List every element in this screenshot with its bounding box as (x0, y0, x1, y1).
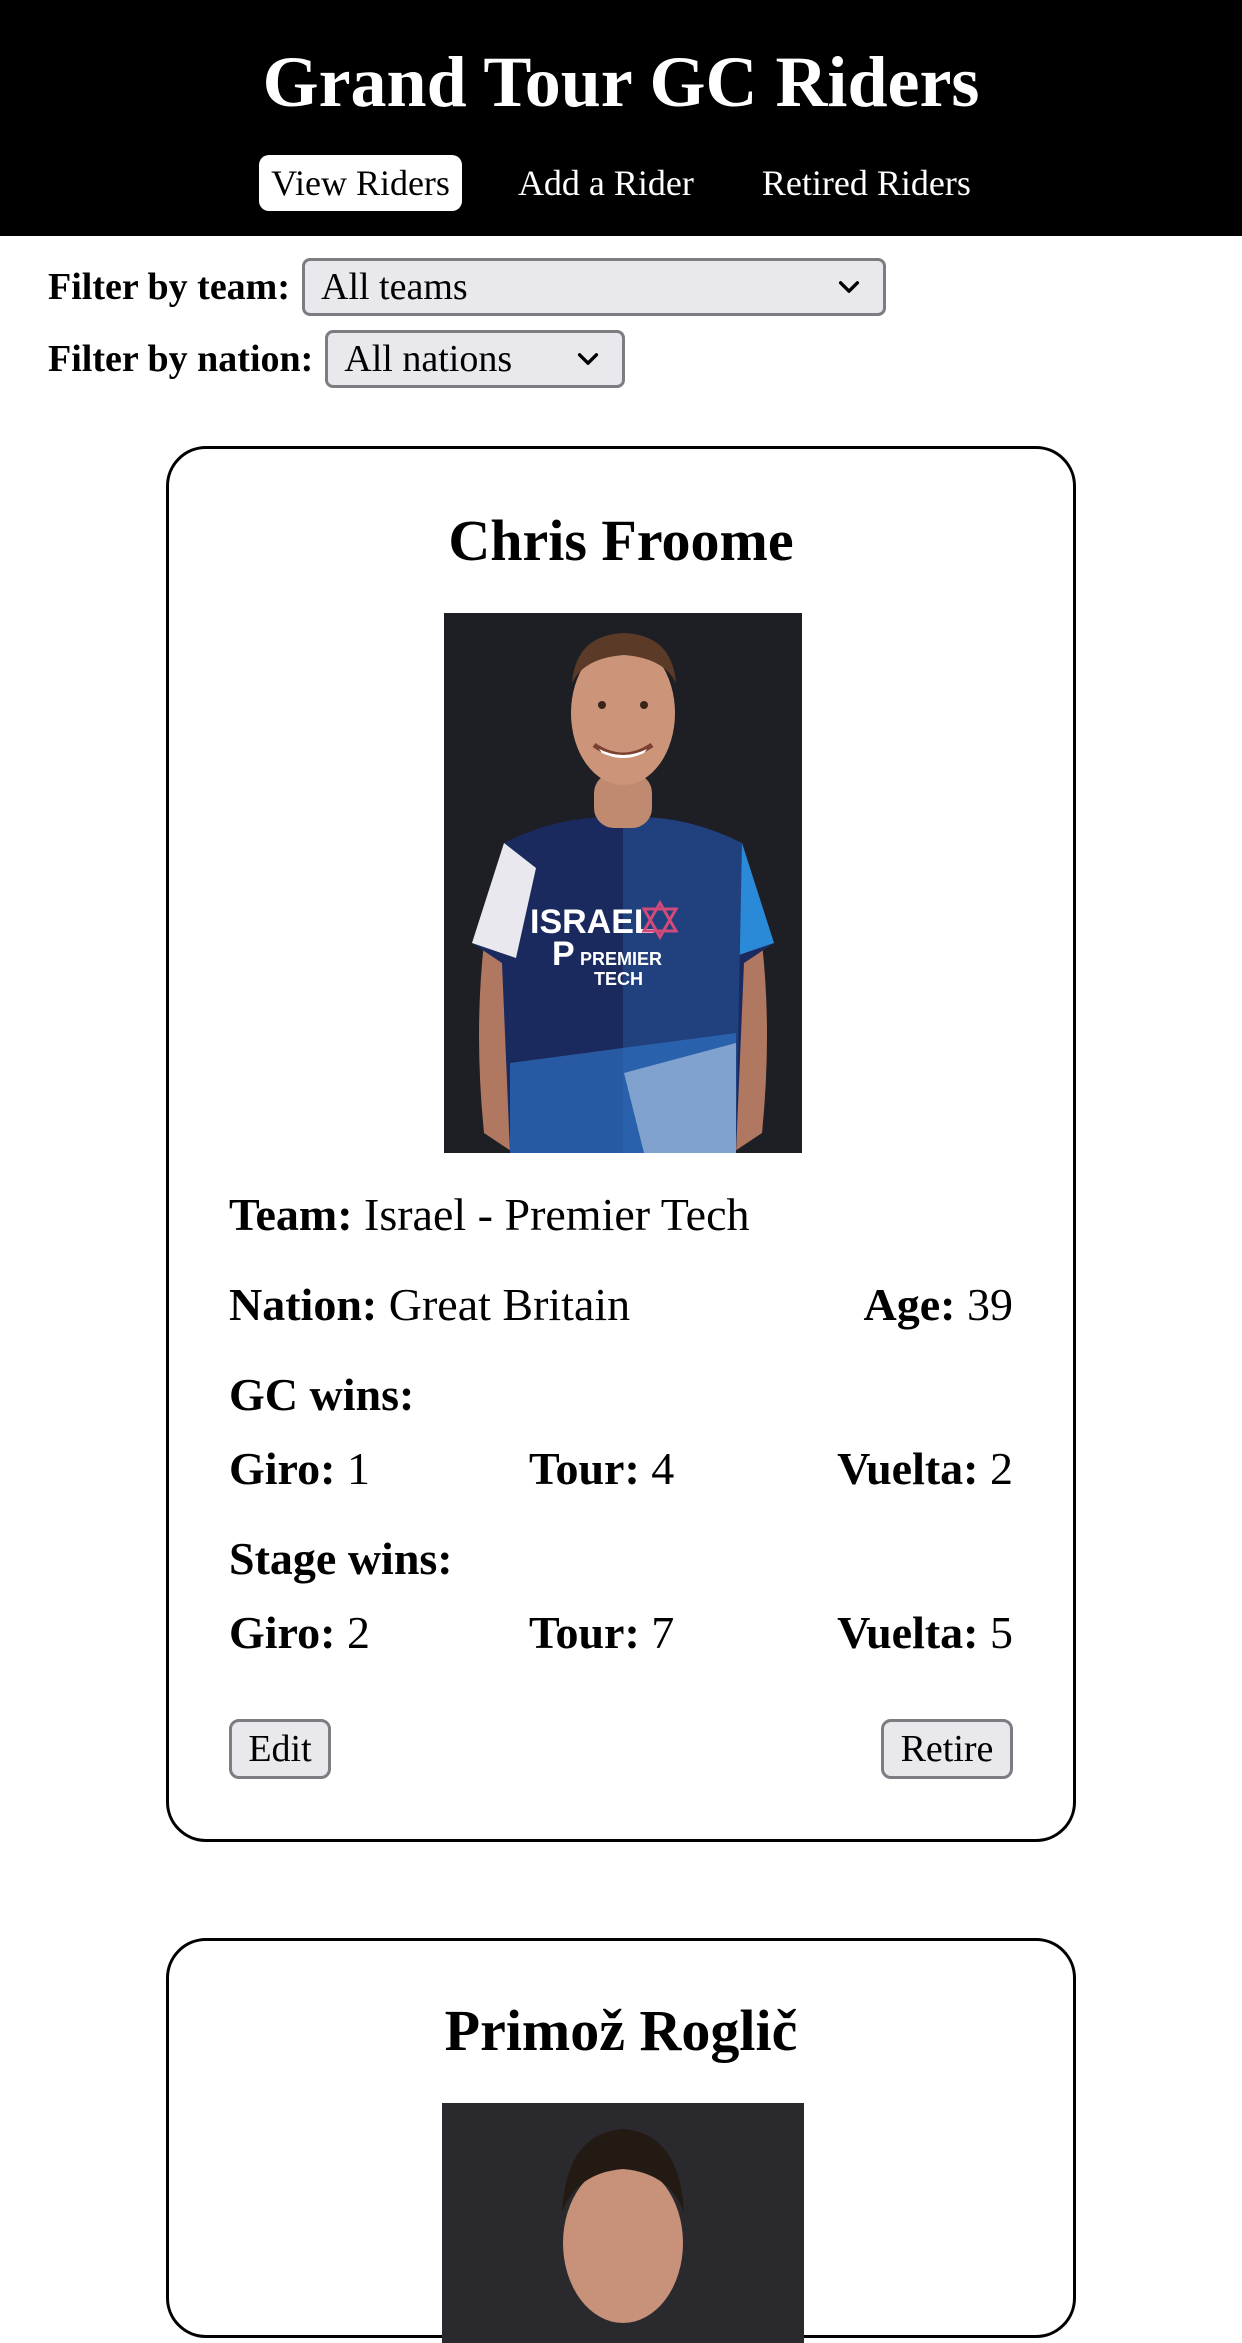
rider-card: Primož Roglič (166, 1938, 1076, 2343)
rider-photo-illustration: ISRAEL PREMIER TECH P (444, 613, 802, 1153)
rider-photo (442, 2103, 804, 2343)
age-label: Age: (863, 1279, 956, 1330)
stage-wins-row: Giro: 2 Tour: 7 Vuelta: 5 (229, 1605, 1013, 1661)
gc-wins-row: Giro: 1 Tour: 4 Vuelta: 2 (229, 1441, 1013, 1497)
stage-giro-label: Giro: (229, 1607, 336, 1658)
gc-giro-value: 1 (346, 1443, 370, 1494)
stage-vuelta-label: Vuelta: (837, 1607, 979, 1658)
nav-retired-riders[interactable]: Retired Riders (750, 155, 983, 211)
nation-label: Nation: (229, 1279, 378, 1330)
team-filter-value: All teams (321, 266, 468, 308)
edit-button[interactable]: Edit (229, 1719, 331, 1779)
site-header: Grand Tour GC Riders View Riders Add a R… (0, 0, 1242, 236)
chevron-down-icon (838, 281, 860, 293)
stage-tour-label: Tour: (529, 1607, 640, 1658)
nation-filter-value: All nations (344, 338, 513, 380)
stage-wins-label: Stage wins: (229, 1533, 453, 1584)
rider-photo-illustration (442, 2103, 804, 2343)
gc-wins-heading: GC wins: (229, 1367, 1013, 1423)
rider-name: Chris Froome (448, 508, 794, 573)
rider-photo: ISRAEL PREMIER TECH P (444, 613, 802, 1153)
svg-text:TECH: TECH (594, 969, 643, 989)
nav-add-rider[interactable]: Add a Rider (506, 155, 706, 211)
nation-filter-select[interactable]: All nations (325, 330, 626, 388)
retire-button[interactable]: Retire (881, 1719, 1013, 1779)
nav-view-riders[interactable]: View Riders (259, 155, 462, 211)
gc-wins-label: GC wins: (229, 1369, 415, 1420)
nation-filter-row: Filter by nation: All nations (48, 330, 626, 388)
gc-vuelta-value: 2 (990, 1443, 1013, 1494)
gc-vuelta-label: Vuelta: (837, 1443, 979, 1494)
chevron-down-icon (578, 353, 599, 365)
team-filter-select[interactable]: All teams (302, 258, 886, 316)
rider-card: Chris Froome ISRAEL PREMIER TECH P Team:… (166, 446, 1076, 1842)
nation-age-line: Nation: Great Britain Age: 39 (229, 1277, 1013, 1333)
stage-wins-heading: Stage wins: (229, 1531, 1013, 1587)
main-nav: View Riders Add a Rider Retired Riders (0, 155, 1242, 211)
stage-tour-value: 7 (651, 1607, 675, 1658)
nation-filter-label: Filter by nation: (48, 338, 314, 380)
rider-name: Primož Roglič (444, 1998, 798, 2063)
team-filter-row: Filter by team: All teams (48, 258, 886, 316)
svg-text:P: P (552, 935, 575, 973)
gc-giro-label: Giro: (229, 1443, 336, 1494)
stage-vuelta-value: 5 (990, 1607, 1013, 1658)
svg-text:PREMIER: PREMIER (580, 949, 662, 969)
team-line: Team: Israel - Premier Tech (229, 1187, 1013, 1243)
age-value: 39 (967, 1279, 1013, 1330)
gc-tour-label: Tour: (529, 1443, 640, 1494)
gc-tour-value: 4 (651, 1443, 675, 1494)
team-value: Israel - Premier Tech (364, 1189, 750, 1240)
team-label: Team: (229, 1189, 353, 1240)
jersey-logo-text: ISRAEL (530, 903, 655, 941)
site-title: Grand Tour GC Riders (262, 42, 980, 122)
stage-giro-value: 2 (346, 1607, 370, 1658)
nation-value: Great Britain (388, 1279, 631, 1330)
team-filter-label: Filter by team: (48, 266, 290, 308)
